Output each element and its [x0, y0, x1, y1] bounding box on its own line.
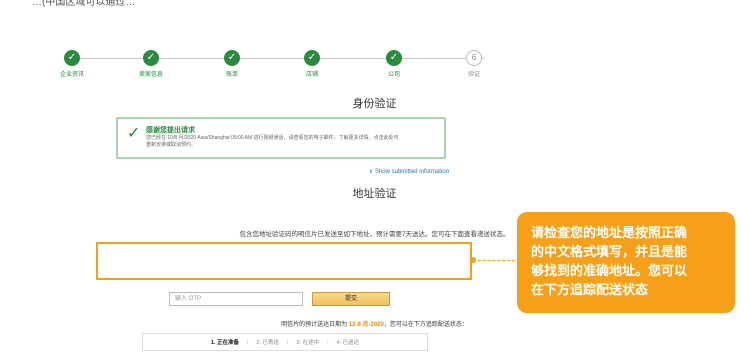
status-preparing: 1. 正在准备	[210, 340, 239, 346]
check-icon: ✓	[64, 50, 80, 66]
eta-date: 12-8 月-2020	[348, 322, 384, 328]
step-label: 账单	[225, 72, 238, 78]
success-check-icon: ✓	[127, 125, 141, 142]
callout-line: 在下方追踪配送状态	[531, 282, 649, 297]
status-sent: 2. 已寄送	[256, 340, 280, 346]
success-message-box: ✓ 感谢您提出请求 您已经在 10/8 月/2020 Asia/Shanghai…	[116, 117, 446, 159]
step-verification[interactable]: 6 验证	[444, 50, 504, 78]
step-seller-info[interactable]: ✓ 卖家信息	[121, 50, 181, 78]
show-submitted-link[interactable]: ∨ Show submitted information	[369, 168, 449, 175]
eta-suffix: ，您可以在下方追踪配送状态：	[383, 322, 468, 328]
success-body: 您已经在 10/8 月/2020 Asia/Shanghai 09:00 AM …	[146, 135, 442, 149]
top-caption: …(中国区域可以通过…	[32, 0, 136, 8]
step-store[interactable]: ✓ 店铺	[282, 50, 342, 78]
check-icon: ✓	[143, 50, 159, 66]
step-label: 公司	[387, 72, 400, 78]
step-label: 企业资讯	[59, 72, 84, 78]
success-body-line1: 您已经在 10/8 月/2020 Asia/Shanghai 09:00 AM …	[146, 135, 399, 141]
address-display-box	[96, 242, 472, 280]
delivery-status-tracker: 1. 正在准备 | 2. 已寄送 | 3. 在途中 | 4. 已送达	[142, 333, 428, 351]
step-company[interactable]: ✓ 公司	[364, 50, 424, 78]
step-label: 卖家信息	[138, 72, 163, 78]
progress-stepper: ✓ 企业资讯 ✓ 卖家信息 ✓ 账单 ✓ 店铺 ✓ 公司 6 验证	[60, 50, 492, 80]
check-icon: ✓	[224, 50, 240, 66]
step-label: 验证	[467, 72, 480, 78]
eta-prefix: 明信片的预计送达日期为	[281, 322, 348, 328]
callout-line: 请检查您的地址是按照正确	[531, 225, 688, 240]
status-in-transit: 3. 在途中	[296, 340, 320, 346]
annotation-callout: 请检查您的地址是按照正确 的中文格式填写，并且是能 够找到的准确地址。您可以 在…	[517, 212, 735, 313]
delivery-eta: 明信片的预计送达日期为 12-8 月-2020，您可以在下方追踪配送状态：	[0, 319, 749, 328]
step-number: 6	[466, 50, 482, 66]
success-heading: 感谢您提出请求	[146, 127, 195, 134]
identity-verification-title: 身份验证	[352, 98, 397, 110]
callout-connector-line	[473, 260, 515, 261]
status-delivered: 4. 已送达	[336, 340, 360, 346]
submit-button[interactable]: 提交	[312, 292, 390, 306]
callout-line: 的中文格式填写，并且是能	[531, 244, 688, 259]
step-label: 店铺	[305, 72, 318, 78]
success-body-line2: 重新安排或取消预约。	[146, 142, 197, 148]
check-icon: ✓	[386, 50, 402, 66]
address-verification-title: 地址验证	[352, 188, 397, 200]
step-company-info[interactable]: ✓ 企业资讯	[42, 50, 102, 78]
otp-input[interactable]: 输入 OTP	[169, 292, 303, 306]
check-icon: ✓	[304, 50, 320, 66]
step-billing[interactable]: ✓ 账单	[202, 50, 262, 78]
callout-line: 够找到的准确地址。您可以	[531, 263, 688, 278]
